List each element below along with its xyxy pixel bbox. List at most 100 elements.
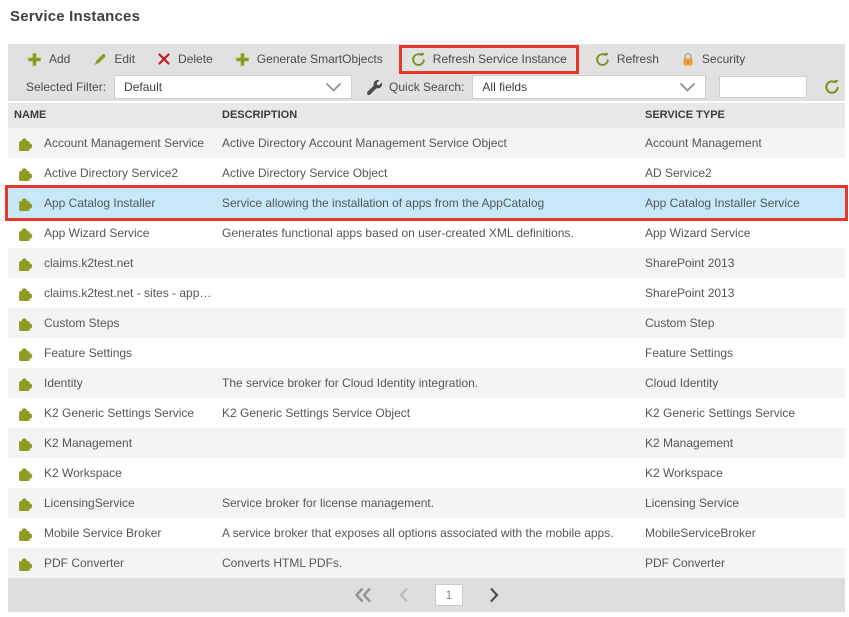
page-title: Service Instances [10, 8, 141, 25]
puzzle-piece-icon [8, 405, 44, 422]
row-service-type: AD Service2 [645, 166, 712, 180]
puzzle-piece-icon [8, 165, 44, 182]
add-button[interactable]: Add [16, 46, 81, 72]
puzzle-piece-icon [8, 465, 44, 482]
row-name: App Catalog Installer [44, 196, 156, 210]
toolbar: Add Edit Delete Generate SmartObjects Re… [8, 44, 845, 101]
table-row[interactable]: claims.k2test.net SharePoint 2013 [8, 248, 845, 278]
pencil-icon [92, 52, 107, 67]
generate-smartobjects-button-label: Generate SmartObjects [256, 52, 383, 66]
table-row[interactable]: Identity The service broker for Cloud Id… [8, 368, 845, 398]
pagination-bar: 1 [8, 578, 845, 612]
table-row[interactable]: Mobile Service Broker A service broker t… [8, 518, 845, 548]
row-name: Identity [44, 376, 83, 390]
table-row[interactable]: App Wizard Service Generates functional … [8, 218, 845, 248]
chevron-down-icon [679, 82, 696, 92]
chevron-down-icon [325, 82, 342, 92]
row-name: Custom Steps [44, 316, 120, 330]
toolbar-filter-row: Selected Filter: Default Quick Search: A… [8, 74, 845, 100]
row-name: Account Management Service [44, 136, 205, 150]
service-instances-page: Service Instances Add Edit Delete Genera… [0, 0, 849, 617]
add-button-label: Add [49, 52, 71, 66]
table-row[interactable]: Custom Steps Custom Step [8, 308, 845, 338]
column-header-name[interactable]: NAME [14, 109, 46, 121]
toolbar-buttons-row: Add Edit Delete Generate SmartObjects Re… [8, 44, 845, 74]
refresh-button-label: Refresh [616, 52, 659, 66]
row-service-type: K2 Workspace [645, 466, 723, 480]
selected-filter-dropdown[interactable]: Default [114, 75, 353, 99]
puzzle-piece-icon [8, 135, 44, 152]
refresh-search-icon[interactable] [824, 79, 840, 95]
row-name: Feature Settings [44, 346, 133, 360]
plus-icon [27, 52, 42, 67]
selected-filter-value: Default [124, 80, 163, 94]
table-row[interactable]: Feature Settings Feature Settings [8, 338, 845, 368]
refresh-button[interactable]: Refresh [584, 46, 670, 72]
lock-icon [681, 52, 695, 67]
puzzle-piece-icon [8, 225, 44, 242]
puzzle-piece-icon [8, 285, 44, 302]
column-header-service-type[interactable]: SERVICE TYPE [645, 109, 725, 121]
table-body: Account Management Service Active Direct… [5, 128, 848, 578]
row-description: Active Directory Service Object [222, 166, 388, 180]
row-service-type: Licensing Service [645, 496, 740, 510]
puzzle-piece-icon [8, 315, 44, 332]
table-row[interactable]: K2 Workspace K2 Workspace [8, 458, 845, 488]
row-service-type: PDF Converter [645, 556, 726, 570]
quick-search-field-dropdown[interactable]: All fields [472, 75, 707, 99]
row-description: K2 Generic Settings Service Object [222, 406, 411, 420]
delete-button[interactable]: Delete [146, 46, 224, 72]
row-name: K2 Management [44, 436, 133, 450]
puzzle-piece-icon [8, 555, 44, 572]
quick-search-label: Quick Search: [389, 80, 465, 94]
table-row[interactable]: PDF Converter Converts HTML PDFs. PDF Co… [8, 548, 845, 578]
row-name: PDF Converter [44, 556, 125, 570]
row-description: Active Directory Account Management Serv… [222, 136, 507, 150]
puzzle-piece-icon [8, 375, 44, 392]
row-description: Generates functional apps based on user-… [222, 226, 574, 240]
row-service-type: K2 Management [645, 436, 734, 450]
puzzle-piece-icon [8, 495, 44, 512]
row-name: App Wizard Service [44, 226, 150, 240]
security-button[interactable]: Security [670, 46, 756, 72]
table-row[interactable]: K2 Management K2 Management [8, 428, 845, 458]
puzzle-piece-icon [8, 345, 44, 362]
row-name: K2 Generic Settings Service [44, 406, 195, 420]
row-description: The service broker for Cloud Identity in… [222, 376, 479, 390]
row-service-type: Feature Settings [645, 346, 734, 360]
row-service-type: Account Management [645, 136, 762, 150]
generate-smartobjects-button[interactable]: Generate SmartObjects [224, 46, 394, 72]
puzzle-piece-icon [8, 525, 44, 542]
table-row[interactable]: claims.k2test.net - sites - appcat... Sh… [8, 278, 845, 308]
refresh-service-instance-button[interactable]: Refresh Service Instance [398, 44, 579, 74]
table-row[interactable]: LicensingService Service broker for lice… [8, 488, 845, 518]
edit-button[interactable]: Edit [81, 46, 146, 72]
table-row[interactable]: K2 Generic Settings Service K2 Generic S… [8, 398, 845, 428]
row-name: claims.k2test.net [44, 256, 134, 270]
delete-button-label: Delete [178, 52, 213, 66]
row-description: A service broker that exposes all option… [222, 526, 614, 540]
next-page-button[interactable] [488, 587, 500, 603]
row-name: Mobile Service Broker [44, 526, 162, 540]
previous-page-button[interactable] [398, 587, 410, 603]
row-description: Service allowing the installation of app… [222, 196, 545, 210]
table-row[interactable]: Account Management Service Active Direct… [8, 128, 845, 158]
row-service-type: App Catalog Installer Service [645, 196, 800, 210]
row-description: Converts HTML PDFs. [222, 556, 343, 570]
puzzle-piece-icon [8, 195, 44, 212]
table-row[interactable]: Active Directory Service2 Active Directo… [8, 158, 845, 188]
column-header-description[interactable]: DESCRIPTION [222, 109, 297, 121]
selected-filter-label: Selected Filter: [26, 80, 107, 94]
row-name: claims.k2test.net - sites - appcat... [44, 286, 222, 300]
refresh-icon [595, 52, 610, 67]
row-service-type: K2 Generic Settings Service [645, 406, 796, 420]
row-name: Active Directory Service2 [44, 166, 179, 180]
plus-icon [235, 52, 250, 67]
edit-button-label: Edit [114, 52, 136, 66]
current-page-indicator: 1 [435, 584, 463, 606]
first-page-button[interactable] [353, 587, 373, 603]
row-name: LicensingService [44, 496, 135, 510]
puzzle-piece-icon [8, 255, 44, 272]
table-row[interactable]: App Catalog Installer Service allowing t… [5, 185, 848, 221]
quick-search-input[interactable] [719, 76, 808, 98]
